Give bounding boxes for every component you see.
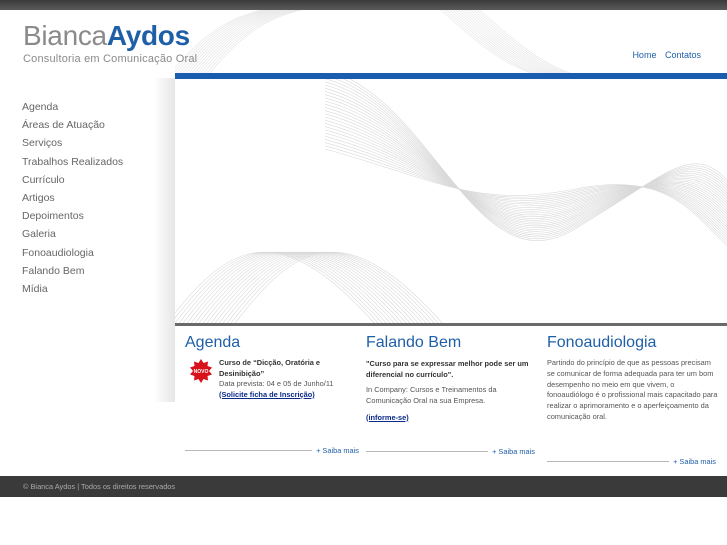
agenda-heading: Agenda (185, 334, 241, 351)
fonoaudiologia-more-row: + Saiba mais (547, 457, 716, 466)
top-bar (0, 0, 727, 10)
falando-bem-quote: "Curso para se expressar melhor pode ser… (366, 359, 529, 379)
content-divider (175, 323, 727, 326)
sidebar-item-falando-bem[interactable]: Falando Bem (22, 262, 123, 280)
agenda-course-title[interactable]: Curso de “Dicção, Oratória e Desinibição… (219, 358, 360, 379)
footer: © Bianca Aydos | Todos os direitos reser… (0, 476, 727, 497)
falando-bem-section: Falando Bem "Curso para se expressar mel… (366, 333, 538, 425)
divider-line (547, 461, 670, 462)
logo-wordmark: BiancaAydos (23, 20, 197, 52)
sidebar-item-galeria[interactable]: Galeria (22, 225, 123, 243)
top-navigation: Home Contatos (626, 50, 701, 60)
logo[interactable]: BiancaAydos Consultoria em Comunicação O… (23, 20, 197, 65)
agenda-more-row: + Saiba mais (185, 446, 359, 455)
agenda-signup-link[interactable]: (Solicite ficha de Inscrição) (219, 390, 360, 401)
fonoaudiologia-section: Fonoaudiologia Partindo do princípio de … (547, 333, 719, 423)
hero-banner (175, 79, 727, 324)
fonoaudiologia-heading: Fonoaudiologia (547, 334, 657, 351)
fonoaudiologia-more-link[interactable]: + Saiba mais (673, 457, 716, 466)
nav-home-link[interactable]: Home (632, 50, 656, 60)
falando-bem-link[interactable]: (informe-se) (366, 413, 409, 422)
falando-bem-heading: Falando Bem (366, 334, 462, 351)
agenda-section: Agenda NOVO Curso de “Dicção, Oratória e… (185, 333, 360, 400)
logo-tagline: Consultoria em Comunicação Oral (23, 53, 198, 65)
new-badge-label: NOVO (193, 369, 209, 375)
divider-line (185, 450, 313, 451)
footer-copyright: © Bianca Aydos | Todos os direitos reser… (23, 482, 176, 491)
divider-line (366, 451, 489, 452)
new-badge-icon: NOVO (189, 359, 213, 383)
sidebar-item-curriculo[interactable]: Currículo (22, 171, 123, 189)
sidebar-item-fonoaudiologia[interactable]: Fonoaudiologia (22, 244, 123, 262)
falando-bem-more-link[interactable]: + Saiba mais (492, 447, 535, 456)
sidebar-item-trabalhos-realizados[interactable]: Trabalhos Realizados (22, 153, 123, 171)
agenda-course-date: Data prevista: 04 e 05 de Junho/11 (219, 379, 334, 388)
sidebar-item-depoimentos[interactable]: Depoimentos (22, 207, 123, 225)
falando-bem-text: In Company: Cursos e Treinamentos da Com… (366, 385, 497, 405)
fonoaudiologia-text: Partindo do princípio de que as pessoas … (547, 358, 718, 421)
sidebar-item-servicos[interactable]: Serviços (22, 134, 123, 152)
sidebar-item-artigos[interactable]: Artigos (22, 189, 123, 207)
sidebar-menu: Agenda Áreas de Atuação Serviços Trabalh… (22, 98, 123, 298)
sidebar: Agenda Áreas de Atuação Serviços Trabalh… (0, 78, 175, 402)
header-waves-decoration (175, 10, 574, 74)
logo-first-name: Bianca (23, 20, 107, 51)
sidebar-item-midia[interactable]: Mídia (22, 280, 123, 298)
agenda-more-link[interactable]: + Saiba mais (316, 446, 359, 455)
falando-bem-more-row: + Saiba mais (366, 447, 535, 456)
agenda-item: NOVO Curso de “Dicção, Oratória e Desini… (185, 358, 360, 400)
nav-contatos-link[interactable]: Contatos (665, 50, 701, 60)
logo-last-name: Aydos (106, 20, 190, 51)
hero-waves-decoration (175, 79, 727, 324)
sidebar-item-areas-de-atuacao[interactable]: Áreas de Atuação (22, 116, 123, 134)
sidebar-item-agenda[interactable]: Agenda (22, 98, 123, 116)
